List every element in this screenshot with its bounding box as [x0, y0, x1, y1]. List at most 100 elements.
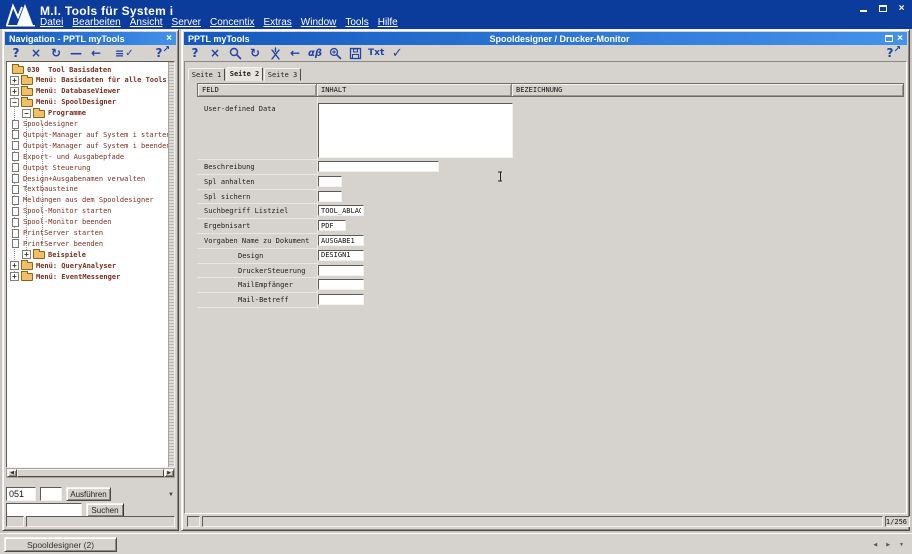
taskbar-down-icon[interactable]: ▼ [899, 542, 904, 548]
txt-icon[interactable]: Txt [368, 46, 384, 61]
alpha-beta-icon[interactable]: αβ [308, 46, 322, 61]
tree-item[interactable]: Output-Manager auf System i beenden [7, 140, 168, 151]
tree-item[interactable]: + Menü: DatabaseViewer [7, 86, 168, 97]
refresh-icon[interactable]: ↻ [49, 46, 63, 61]
horizontal-scrollbar[interactable]: ◀ ▶ [6, 468, 175, 478]
dropdown-arrow-icon[interactable]: ▼ [168, 492, 174, 498]
command-param-input[interactable] [40, 487, 62, 501]
main-titlebar: M.I. Tools für System i DateiBearbeitenA… [0, 0, 912, 29]
field-input-2[interactable] [318, 176, 342, 187]
tree-item[interactable]: − Programme [7, 108, 168, 119]
record-pager: 1/256 [885, 516, 910, 527]
help-icon[interactable]: ? [9, 46, 23, 61]
taskbar-left-icon[interactable]: ◀ [873, 542, 877, 548]
field-input-5[interactable] [318, 220, 346, 231]
tree-item[interactable]: + Beispiele [7, 249, 168, 260]
scrollbar-thumb[interactable] [17, 469, 164, 477]
expand-box-icon[interactable]: + [10, 261, 19, 270]
tree-item[interactable]: − Menü: SpoolDesigner [7, 97, 168, 108]
tree-item[interactable]: Meldungen aus dem Spooldesigner [7, 195, 168, 206]
save-icon[interactable] [348, 46, 362, 61]
panel-close-icon[interactable]: × [166, 34, 172, 43]
maximize-icon[interactable] [876, 3, 889, 14]
scroll-left-icon[interactable]: ◀ [7, 469, 17, 477]
tree-item[interactable]: Export- und Ausgabepfade [7, 151, 168, 162]
field-input-3[interactable] [318, 191, 342, 202]
panel-close-icon[interactable]: × [897, 33, 903, 44]
work-subtitle: Spooldesigner / Drucker-Monitor [489, 34, 629, 44]
tree-item[interactable]: PrintServer starten [7, 228, 168, 239]
refresh-icon[interactable]: ↻ [248, 46, 262, 61]
taskbar-button[interactable]: Spooldesigner (2) [4, 537, 117, 552]
expand-box-icon[interactable]: + [10, 76, 19, 85]
search-icon[interactable] [228, 46, 242, 61]
context-help-icon[interactable]: ?↗ [886, 46, 901, 61]
folder-icon [21, 99, 33, 107]
row-separator [197, 189, 317, 190]
tree-item[interactable]: + Menü: Basisdaten für alle Tools [7, 75, 168, 86]
minimize-icon[interactable] [857, 3, 870, 14]
menu-tools[interactable]: Tools [345, 17, 368, 28]
list-check-icon[interactable]: ≡✓ [115, 46, 134, 61]
context-help-icon[interactable]: ?↗ [155, 46, 170, 61]
menu-window[interactable]: Window [301, 17, 337, 28]
tree-item[interactable]: + Menü: QueryAnalyser [7, 260, 168, 271]
expand-box-icon[interactable]: + [22, 250, 31, 259]
tree-item[interactable]: PrintServer beenden [7, 238, 168, 249]
float-window-icon[interactable] [885, 35, 893, 42]
tab-seite-1[interactable]: Seite 1 [188, 68, 225, 81]
menu-server[interactable]: Server [172, 17, 201, 28]
run-button[interactable]: Ausführen [66, 487, 111, 501]
field-input-0[interactable] [318, 103, 513, 158]
minus-icon[interactable]: — [69, 46, 83, 61]
field-input-6[interactable] [318, 235, 364, 246]
menu-concentix[interactable]: Concentix [210, 17, 254, 28]
tab-seite-3[interactable]: Seite 3 [264, 68, 301, 81]
menu-ansicht[interactable]: Ansicht [130, 17, 163, 28]
navigation-statusbar [5, 516, 176, 528]
menu-extras[interactable]: Extras [263, 17, 291, 28]
field-input-8[interactable] [318, 265, 364, 276]
close-icon[interactable]: × [895, 3, 908, 14]
field-input-10[interactable] [318, 294, 364, 305]
tree-item[interactable]: Spooldesigner [7, 119, 168, 130]
scroll-right-icon[interactable]: ▶ [164, 469, 174, 477]
tree-item[interactable]: Textbausteine [7, 184, 168, 195]
tree-item[interactable]: Spool-Monitor beenden [7, 217, 168, 228]
close-icon[interactable]: × [208, 46, 222, 61]
tree-item[interactable]: + Menü: EventMessenger [7, 271, 168, 282]
back-icon[interactable]: ← [89, 46, 103, 61]
help-icon[interactable]: ? [188, 46, 202, 61]
expand-box-icon[interactable]: + [10, 272, 19, 281]
expand-box-icon[interactable]: − [10, 98, 19, 107]
menu-datei[interactable]: Datei [40, 17, 63, 28]
field-input-4[interactable] [318, 205, 364, 216]
tree-item[interactable]: 030 Tool Basisdaten [7, 64, 168, 75]
tree-item[interactable]: Spool-Monitor starten [7, 206, 168, 217]
tree-item[interactable]: Output-Manager auf System i starten [7, 129, 168, 140]
taskbar-right-icon[interactable]: ▶ [886, 542, 890, 548]
close-icon[interactable]: × [29, 46, 43, 61]
vertical-scrollbar[interactable] [168, 62, 174, 467]
back-icon[interactable]: ← [288, 46, 302, 61]
field-input-1[interactable] [318, 161, 439, 172]
check-icon[interactable]: ✓ [390, 46, 404, 61]
expand-box-icon[interactable]: + [10, 87, 19, 96]
row-separator [197, 277, 317, 278]
command-code-input[interactable] [6, 487, 36, 501]
tab-seite-2[interactable]: Seite 2 [226, 67, 263, 81]
cut-icon[interactable] [268, 46, 282, 61]
form-page: Seite 1Seite 2Seite 3 FELDINHALTBEZEICHN… [184, 61, 907, 514]
tree-item[interactable]: Design+Ausgabenamen verwalten [7, 173, 168, 184]
search-button[interactable]: Suchen [86, 503, 124, 517]
menu-hilfe[interactable]: Hilfe [378, 17, 398, 28]
menu-bearbeiten[interactable]: Bearbeiten [72, 17, 120, 28]
doc-icon [12, 218, 19, 227]
field-input-7[interactable] [318, 250, 364, 261]
field-input-9[interactable] [318, 279, 364, 290]
search-input[interactable] [6, 503, 82, 517]
field-label: Suchbegriff Listziel [204, 207, 288, 215]
zoom-in-icon[interactable] [328, 46, 342, 61]
expand-box-icon[interactable]: − [22, 109, 31, 118]
tree-item[interactable]: Output Steuerung [7, 162, 168, 173]
